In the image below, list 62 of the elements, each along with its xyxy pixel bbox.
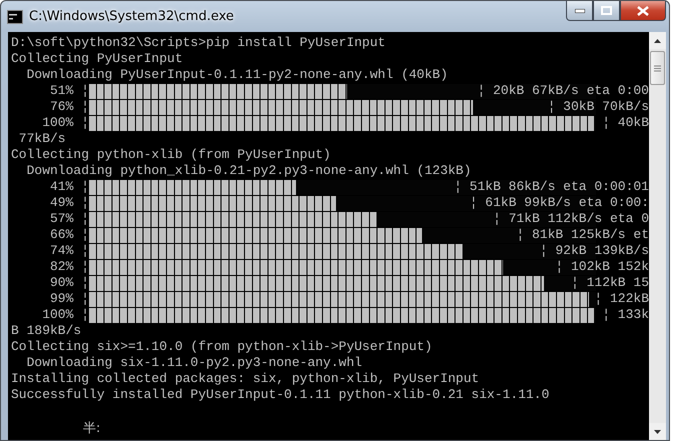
progress-percent: 99% (49, 291, 74, 307)
console-line: Installing collected packages: six, python-xlib, PyUserInput (11, 371, 480, 387)
progress-percent: 49% (49, 195, 74, 211)
minimize-button[interactable] (566, 1, 593, 21)
console-line: Successfully installed PyUserInput-0.1.11 python-xlib-0.21 six-1.11.0 (11, 387, 550, 403)
progress-percent: 41% (49, 179, 74, 195)
console-line: Downloading PyUserInput-0.1.11-py2-none-any.whl (40kB) (26, 67, 448, 83)
window-title: C:\Windows\System32\cmd.exe (29, 9, 234, 24)
progress-percent: 82% (49, 259, 74, 275)
console-line: Collecting six>=1.10.0 (from python-xlib->PyUserInput) (11, 339, 432, 355)
grip-icon (654, 64, 661, 72)
progress-status: ¦ 71kB 112kB/s eta 0 (492, 211, 649, 227)
progress-percent: 76% (49, 99, 74, 115)
close-icon (637, 6, 649, 16)
progress-percent: 66% (49, 227, 74, 243)
bar-edge: ¦ (81, 99, 89, 115)
console-line: Downloading six-1.11.0-py2.py3-none-any.whl (26, 355, 362, 371)
bar-edge: ¦ (81, 259, 89, 275)
console-line: B 189kB/s (11, 323, 82, 339)
progress-percent: 90% (49, 275, 74, 291)
up-arrow-icon (654, 38, 661, 42)
progress-status: ¦ 20kB 67kB/s eta 0:00 (477, 83, 649, 99)
down-arrow-icon (654, 430, 661, 434)
progress-status: ¦ 51kB 86kB/s eta 0:00:01 (454, 179, 649, 195)
bar-edge: ¦ (81, 227, 89, 243)
progress-percent: 100% (41, 115, 74, 131)
cmd-icon (7, 10, 23, 24)
progress-percent: 57% (49, 211, 74, 227)
console-line: Downloading python_xlib-0.21-py2.py3-none-any.whl (123kB) (26, 163, 472, 179)
bar-edge: ¦ (81, 115, 89, 131)
bar-edge: ¦ (81, 179, 89, 195)
bar-edge: ¦ (81, 243, 89, 259)
minimize-icon (574, 8, 584, 12)
console-line: D:\soft\python32\Scripts>pip install PyUserInput (11, 35, 386, 51)
console-line: Collecting PyUserInput (11, 51, 183, 67)
progress-status: ¦ 133k (602, 307, 649, 323)
progress-status: ¦ 122kB (594, 291, 649, 307)
scroll-up-button[interactable] (649, 32, 666, 49)
progress-percent: 100% (41, 307, 74, 323)
progress-percent: 51% (49, 83, 74, 99)
bar-edge: ¦ (81, 307, 89, 323)
scroll-thumb[interactable] (650, 51, 665, 85)
bar-edge: ¦ (81, 83, 89, 99)
progress-status: ¦ 61kB 99kB/s eta 0:00: (470, 195, 649, 211)
scroll-down-button[interactable] (649, 423, 666, 440)
bar-edge: ¦ (81, 195, 89, 211)
progress-status: ¦ 40kB (602, 115, 649, 131)
progress-status: ¦ 30kB 70kB/s (548, 99, 649, 115)
maximize-icon (601, 6, 612, 15)
progress-status: ¦ 81kB 125kB/s et (516, 227, 649, 243)
progress-percent: 74% (49, 243, 74, 259)
console-line: Collecting python-xlib (from PyUserInput) (11, 147, 331, 163)
bar-edge: ¦ (81, 275, 89, 291)
close-button[interactable] (620, 1, 666, 21)
bar-edge: ¦ (81, 291, 89, 307)
progress-status: ¦ 92kB 139kB/s (540, 243, 649, 259)
ime-status: 半: (83, 420, 100, 437)
console-line: 77kB/s (18, 131, 66, 147)
maximize-button[interactable] (593, 1, 620, 21)
bar-edge: ¦ (81, 211, 89, 227)
progress-status: ¦ 102kB 152k (555, 259, 649, 275)
progress-status: ¦ 112kB 15 (570, 275, 649, 291)
